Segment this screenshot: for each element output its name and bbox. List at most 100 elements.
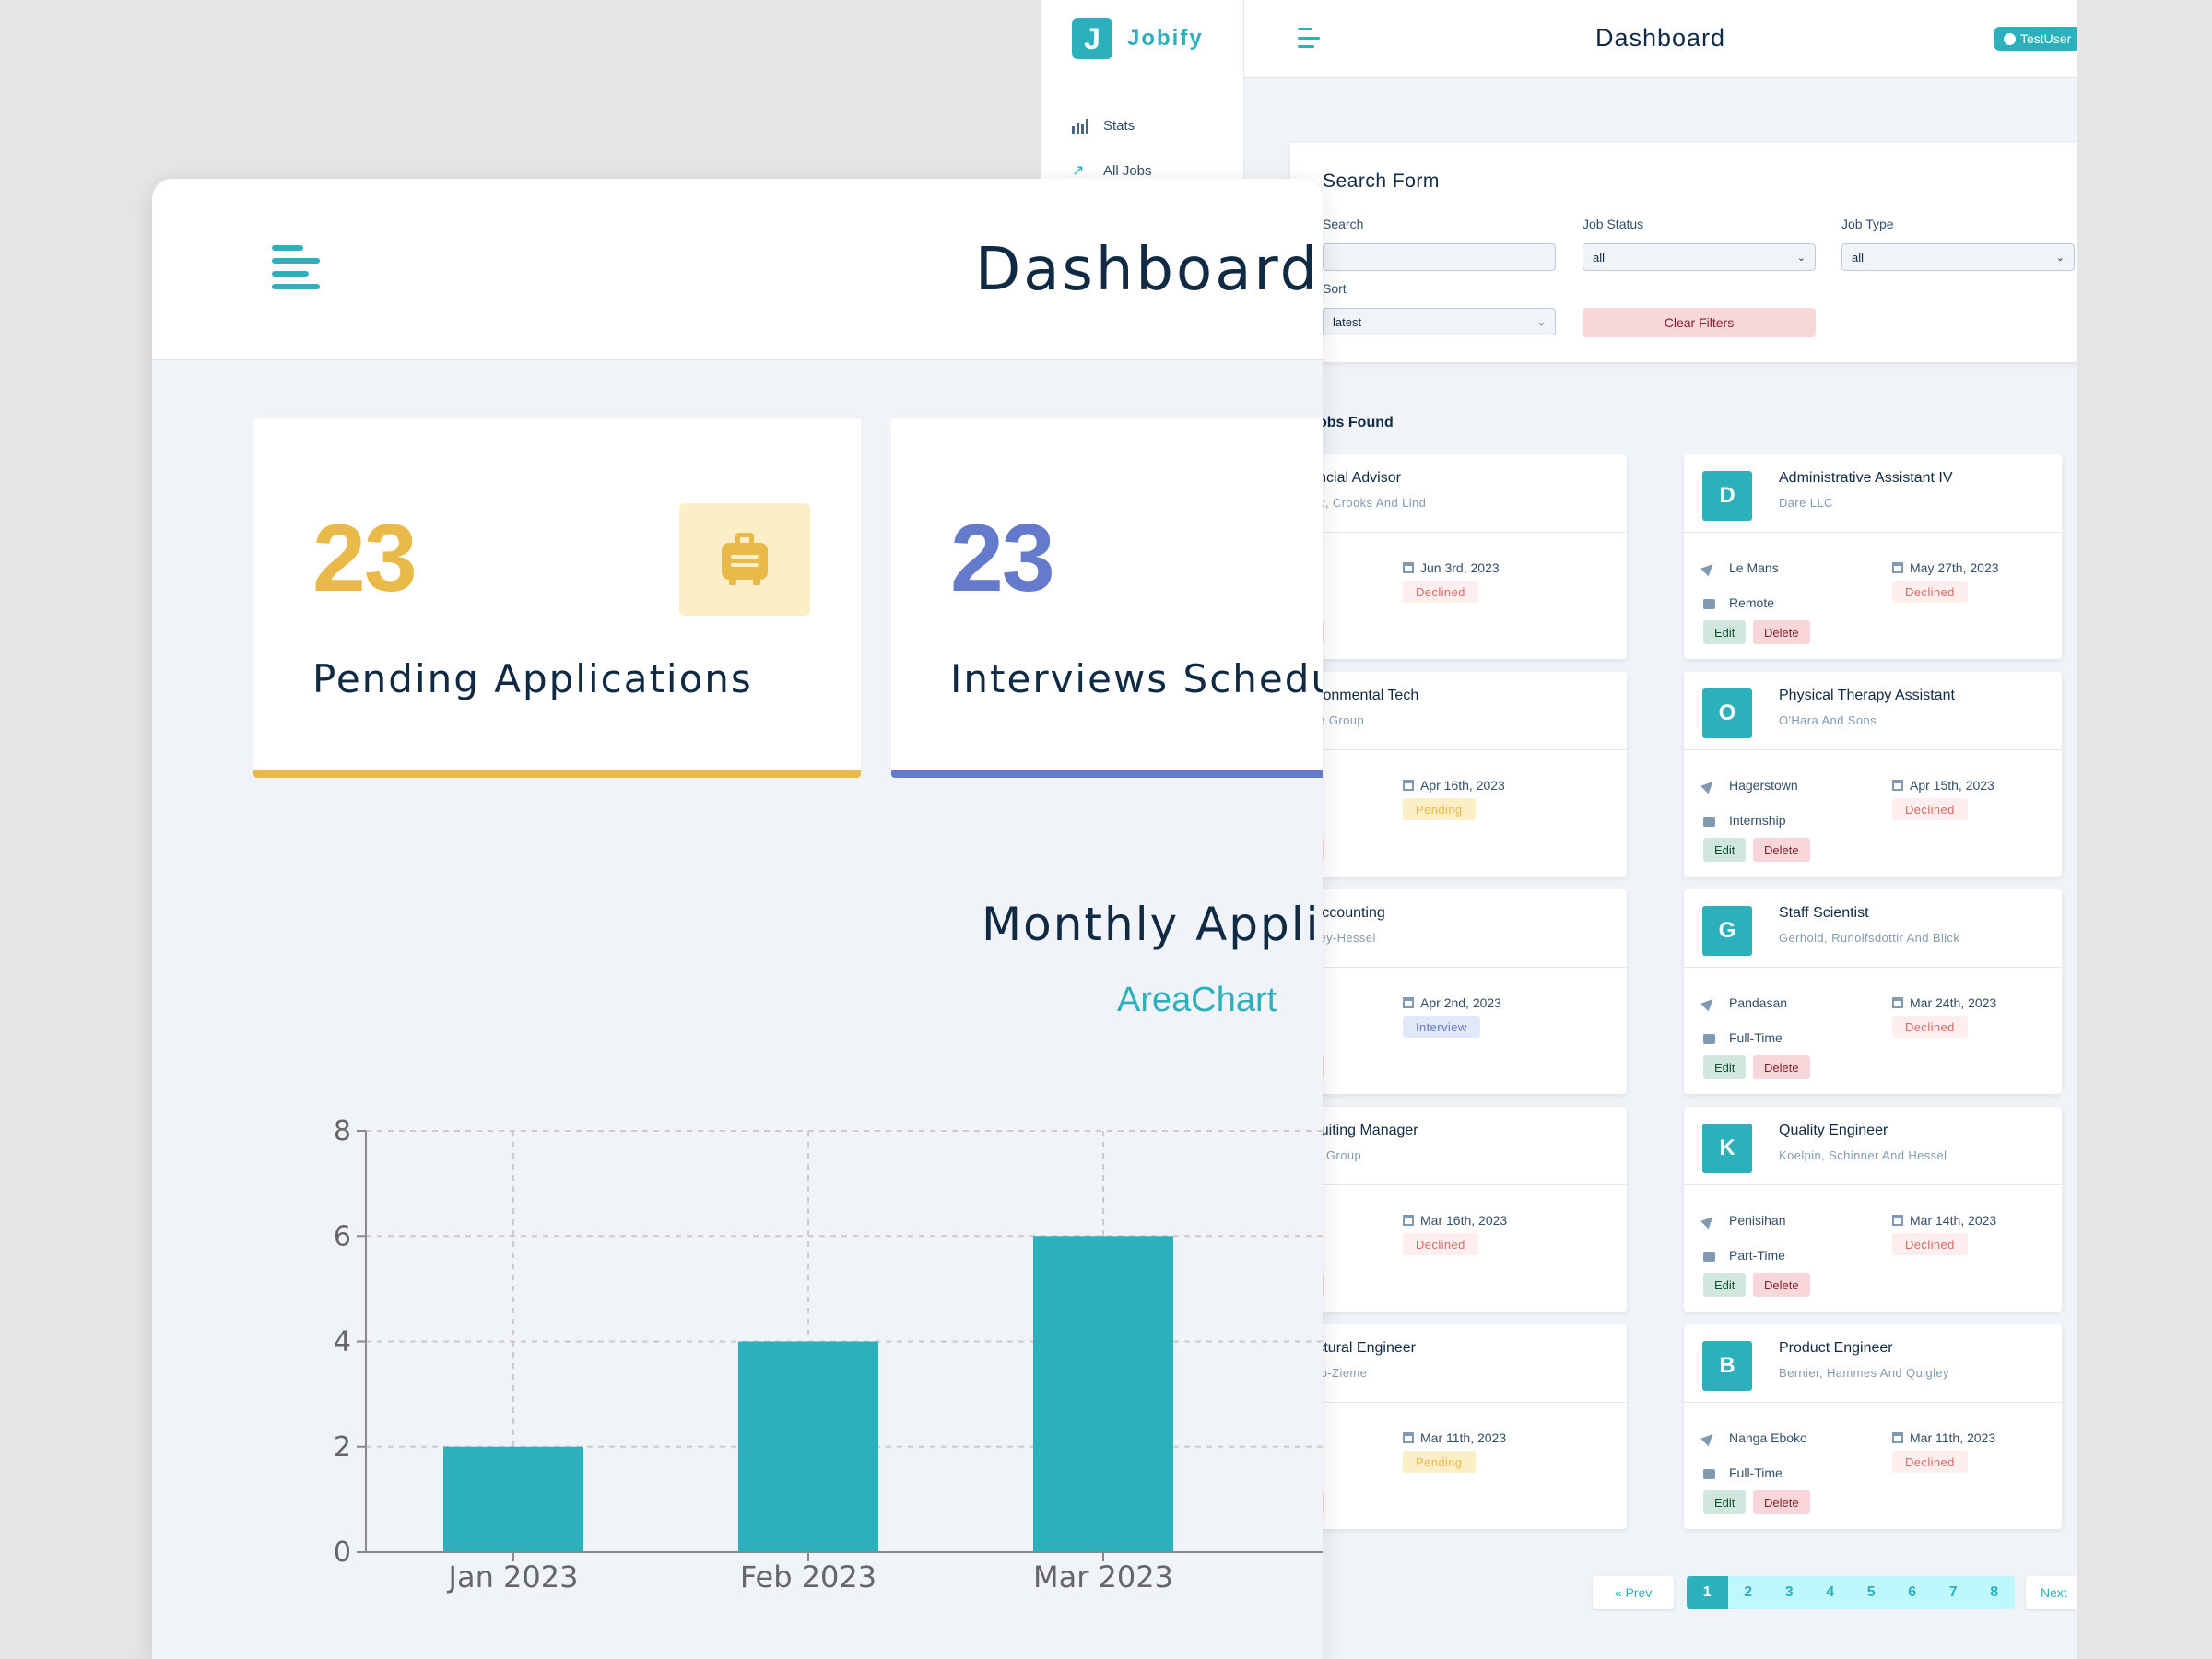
sidebar-item-stats[interactable]: Stats xyxy=(1072,117,1135,134)
logo[interactable]: J Jobify xyxy=(1072,18,1204,59)
clear-filters-button[interactable]: Clear Filters xyxy=(1583,308,1816,337)
delete-button[interactable]: Delete xyxy=(1753,1273,1810,1297)
divider xyxy=(1684,749,2062,750)
edit-button[interactable]: Edit xyxy=(1703,1490,1747,1514)
edit-button[interactable]: Edit xyxy=(1703,620,1747,644)
menu-toggle-icon[interactable] xyxy=(272,245,320,289)
x-tick-label: Feb 2023 xyxy=(740,1559,877,1594)
job-position: Physical Therapy Assistant xyxy=(1779,688,1955,703)
briefcase-icon xyxy=(1703,1034,1715,1044)
edit-button[interactable]: Edit xyxy=(1703,838,1747,862)
y-tick-label: 4 xyxy=(334,1326,351,1359)
y-tick-label: 2 xyxy=(334,1431,351,1464)
job-position: Product Engineer xyxy=(1779,1340,1893,1356)
job-type: Internship xyxy=(1729,813,1786,828)
next-page-button[interactable]: Next xyxy=(2026,1576,2077,1609)
calendar-icon xyxy=(1892,1215,1903,1226)
status-badge: Pending xyxy=(1403,1451,1476,1473)
job-card: D Administrative Assistant IV Dare LLC L… xyxy=(1684,454,2062,659)
job-type: Full-Time xyxy=(1729,1465,1783,1480)
job-avatar: O xyxy=(1702,688,1752,738)
job-date: Apr 2nd, 2023 xyxy=(1420,995,1501,1010)
calendar-icon xyxy=(1892,1432,1903,1443)
job-status-select[interactable]: all ⌄ xyxy=(1583,243,1816,271)
user-button[interactable]: TestUser xyxy=(1994,27,2077,51)
job-avatar: K xyxy=(1702,1124,1752,1173)
job-type: Part-Time xyxy=(1729,1248,1785,1263)
job-status-value: all xyxy=(1593,250,1606,265)
job-date: Apr 16th, 2023 xyxy=(1420,778,1505,793)
job-date: Mar 14th, 2023 xyxy=(1910,1213,1997,1228)
delete-button[interactable]: Delete xyxy=(1753,620,1810,644)
delete-button[interactable]: Delete xyxy=(1753,1055,1810,1079)
location-arrow-icon xyxy=(1700,1430,1717,1447)
logo-text: Jobify xyxy=(1127,26,1204,51)
calendar-icon xyxy=(1403,997,1414,1008)
page-button[interactable]: 1 xyxy=(1687,1576,1728,1609)
sort-value: latest xyxy=(1333,314,1362,329)
edit-button[interactable]: Edit xyxy=(1703,1055,1747,1079)
divider xyxy=(1684,967,2062,968)
page-title: Dashboard xyxy=(975,236,1321,304)
page-button[interactable]: 7 xyxy=(1933,1576,1974,1609)
briefcase-icon xyxy=(1703,1469,1715,1479)
delete-button[interactable]: Delete xyxy=(1753,1490,1810,1514)
chart-type-toggle[interactable]: AreaChart xyxy=(1117,981,1277,1020)
status-badge: Declined xyxy=(1892,798,1968,820)
sidebar-item-all-jobs[interactable]: ↗ All Jobs xyxy=(1072,162,1152,180)
calendar-icon xyxy=(1403,1215,1414,1226)
page-numbers: 12345678 xyxy=(1687,1576,2015,1609)
chevron-down-icon: ⌄ xyxy=(1796,252,1806,264)
job-date: Mar 24th, 2023 xyxy=(1910,995,1997,1010)
search-input[interactable] xyxy=(1323,243,1556,271)
job-company: Bernier, Hammes And Quigley xyxy=(1779,1366,1949,1380)
job-type-value: all xyxy=(1852,250,1865,265)
page-button[interactable]: 4 xyxy=(1810,1576,1852,1609)
logo-mark: J xyxy=(1072,18,1112,59)
page-button[interactable]: 3 xyxy=(1769,1576,1810,1609)
job-avatar: D xyxy=(1702,471,1752,521)
job-type-label: Job Type xyxy=(1841,217,1894,231)
page-button[interactable]: 2 xyxy=(1728,1576,1770,1609)
location-arrow-icon xyxy=(1700,994,1717,1012)
page-button[interactable]: 8 xyxy=(1974,1576,2016,1609)
prev-page-button[interactable]: « Prev xyxy=(1593,1576,1674,1609)
y-tick-label: 6 xyxy=(334,1220,351,1253)
edit-button[interactable]: Edit xyxy=(1703,1273,1747,1297)
x-tick-label: Jan 2023 xyxy=(447,1559,579,1594)
job-card: K Quality Engineer Koelpin, Schinner And… xyxy=(1684,1107,2062,1312)
job-card: O Physical Therapy Assistant O'Hara And … xyxy=(1684,672,2062,877)
stat-label: Interviews Scheduled xyxy=(950,656,1323,701)
job-company: Dare LLC xyxy=(1779,496,1833,510)
job-type-select[interactable]: all ⌄ xyxy=(1841,243,2075,271)
stat-count: 23 xyxy=(950,505,1055,612)
job-type: Remote xyxy=(1729,595,1775,610)
chart-heading: Monthly Applicat xyxy=(982,898,1323,951)
job-location: Pandasan xyxy=(1729,995,1788,1010)
job-company: Gerhold, Runolfsdottir And Blick xyxy=(1779,931,1960,945)
search-label: Search xyxy=(1323,217,1364,231)
status-badge: Declined xyxy=(1892,1233,1968,1255)
status-badge: Declined xyxy=(1892,1016,1968,1038)
delete-button[interactable]: Delete xyxy=(1753,838,1810,862)
briefcase-icon xyxy=(1703,599,1715,609)
job-type: Full-Time xyxy=(1729,1030,1783,1045)
stat-count: 23 xyxy=(312,505,418,612)
calendar-icon xyxy=(1403,1432,1414,1443)
location-arrow-icon xyxy=(1700,1212,1717,1230)
job-date: Mar 11th, 2023 xyxy=(1420,1430,1507,1445)
job-location: Hagerstown xyxy=(1729,778,1798,793)
job-date: Apr 15th, 2023 xyxy=(1910,778,1994,793)
page-button[interactable]: 5 xyxy=(1851,1576,1892,1609)
bar-jan-2023 xyxy=(443,1446,583,1552)
x-tick-label: Mar 2023 xyxy=(1033,1559,1173,1594)
calendar-icon xyxy=(1403,780,1414,791)
divider xyxy=(1684,532,2062,533)
page-title: Dashboard xyxy=(1594,24,1726,52)
location-arrow-icon xyxy=(1700,559,1717,577)
job-position: Administrative Assistant IV xyxy=(1779,470,1953,486)
page-button[interactable]: 6 xyxy=(1892,1576,1934,1609)
sort-select[interactable]: latest ⌄ xyxy=(1323,308,1556,335)
search-form-title: Search Form xyxy=(1323,171,1440,192)
job-company: Koelpin, Schinner And Hessel xyxy=(1779,1148,1947,1162)
